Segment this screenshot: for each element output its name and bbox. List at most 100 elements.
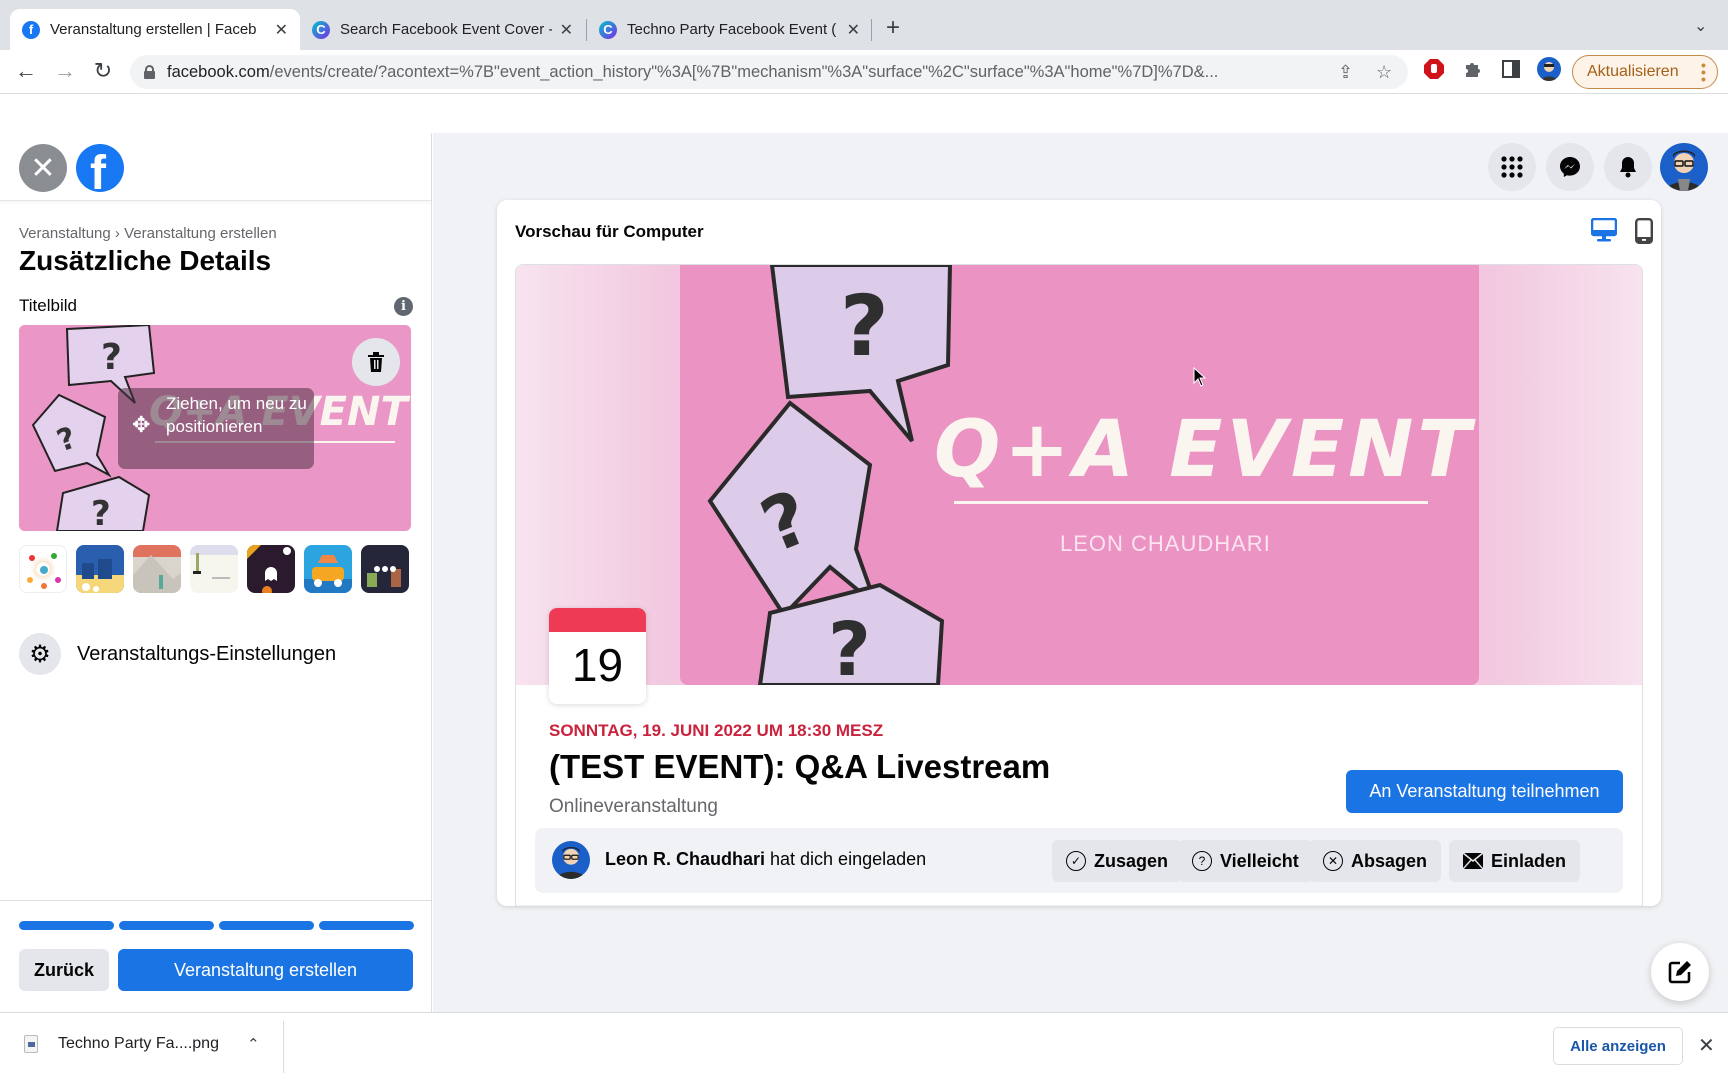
theme-halloween[interactable] [247, 545, 295, 593]
tab-search-chevron-icon[interactable]: ⌄ [1694, 16, 1707, 36]
notifications-button[interactable] [1604, 143, 1652, 191]
host-avatar-art [556, 846, 586, 879]
canva-icon: C [312, 20, 330, 39]
svg-text:?: ? [101, 337, 122, 378]
rsvp-maybe-button[interactable]: ? Vielleicht [1178, 840, 1313, 882]
banner-title: Q+A EVENT [934, 405, 1475, 495]
mobile-view-button[interactable] [1635, 218, 1654, 249]
close-tab-icon[interactable]: ✕ [560, 20, 573, 40]
adblock-icon[interactable] [1422, 57, 1446, 81]
browser-toolbar: ← → ↻ facebook.com/events/create/?aconte… [0, 50, 1728, 94]
facebook-icon: f [22, 20, 40, 39]
show-all-downloads-button[interactable]: Alle anzeigen [1553, 1027, 1683, 1065]
progress-step [119, 921, 214, 930]
theme-winter-town[interactable] [76, 545, 124, 593]
step-progress [19, 921, 414, 930]
back-button[interactable]: Zurück [19, 949, 109, 991]
breadcrumb-item[interactable]: Veranstaltung [19, 225, 111, 242]
more-menu-icon[interactable]: • • • [1701, 58, 1706, 86]
check-circle-icon: ✓ [1066, 851, 1086, 871]
join-event-button[interactable]: An Veranstaltung teilnehmen [1346, 770, 1623, 813]
theme-more[interactable] [361, 545, 409, 593]
browser-tabstrip: f Veranstaltung erstellen | Faceb ✕ C Se… [0, 0, 1728, 50]
move-arrows-icon: ✥ [132, 412, 151, 437]
facebook-logo[interactable]: f [76, 144, 124, 192]
breadcrumb-item[interactable]: Veranstaltung erstellen [124, 225, 277, 242]
file-icon [24, 1035, 38, 1053]
messenger-icon [1560, 157, 1580, 177]
progress-step [219, 921, 314, 930]
tab-title: Veranstaltung erstellen | Faceb [50, 21, 257, 38]
invitation-bar: Leon R. Chaudhari hat dich eingeladen ✓ Z… [535, 828, 1623, 893]
desktop-view-button[interactable] [1590, 217, 1618, 247]
page-title: Zusätzliche Details [19, 245, 272, 276]
edit-pencil-icon [1668, 961, 1691, 984]
url-text: facebook.com/events/create/?acontext=%7B… [167, 62, 1219, 81]
tab-techno-party[interactable]: C Techno Party Facebook Event ( ✕ [587, 9, 872, 50]
road-trip-theme-art [304, 555, 352, 593]
breadcrumb: Veranstaltung › Veranstaltung erstellen [19, 225, 277, 242]
create-event-button[interactable]: Veranstaltung erstellen [118, 949, 413, 991]
reload-icon[interactable]: ↻ [89, 58, 117, 84]
compose-edit-button[interactable] [1651, 943, 1709, 1001]
download-options-chevron-icon[interactable]: ⌃ [247, 1035, 260, 1053]
account-avatar[interactable] [1660, 143, 1708, 191]
tab-separator [871, 19, 872, 41]
messenger-button[interactable] [1546, 143, 1594, 191]
rsvp-going-button[interactable]: ✓ Zusagen [1052, 840, 1183, 882]
info-icon[interactable]: i [394, 297, 413, 316]
close-tab-icon[interactable]: ✕ [847, 20, 860, 40]
close-button[interactable]: ✕ [19, 144, 67, 192]
invitation-text: Leon R. Chaudhari hat dich eingeladen [605, 849, 927, 869]
theme-mountain[interactable] [133, 545, 181, 593]
banner-subtitle: LEON CHAUDHARI [1060, 531, 1271, 556]
svg-text:?: ? [828, 607, 871, 685]
event-settings-label: Veranstaltungs-Einstellungen [77, 642, 337, 665]
tab-veranstaltung-erstellen[interactable]: f Veranstaltung erstellen | Faceb ✕ [10, 9, 300, 50]
cover-image-thumbnail[interactable]: ? ? ? Q+A EVENT ✥ Ziehen, um neu zu posi… [19, 325, 411, 531]
download-file-name: Techno Party Fa....png [58, 1035, 219, 1052]
invite-button[interactable]: Einladen [1449, 840, 1581, 882]
forward-arrow-icon[interactable]: → [51, 58, 79, 84]
host-avatar[interactable] [552, 841, 590, 879]
drag-to-reposition-hint[interactable]: ✥ Ziehen, um neu zu positionieren [118, 388, 314, 469]
theme-road-trip[interactable] [304, 545, 352, 593]
address-bar[interactable]: facebook.com/events/create/?acontext=%7B… [130, 55, 1408, 89]
canva-icon: C [599, 20, 617, 39]
desktop-monitor-icon [1590, 217, 1618, 242]
side-panel-icon[interactable] [1499, 57, 1523, 81]
close-download-bar-icon[interactable]: ✕ [1698, 1033, 1715, 1058]
trash-icon [368, 352, 384, 372]
profile-avatar[interactable] [1537, 57, 1561, 81]
envelope-icon [1463, 853, 1483, 869]
confetti-theme-art [27, 553, 61, 589]
drag-hint-text: Ziehen, um neu zu positionieren [166, 394, 307, 436]
delete-cover-button[interactable] [352, 338, 400, 386]
download-item[interactable]: Techno Party Fa....png [24, 1035, 219, 1053]
banner-divider [954, 501, 1428, 504]
user-avatar-art [1666, 150, 1702, 191]
rsvp-decline-button[interactable]: ✕ Absagen [1309, 840, 1442, 882]
new-tab-button[interactable]: + [886, 14, 900, 42]
theme-snow[interactable] [190, 545, 238, 593]
preview-lower-section [516, 905, 1642, 906]
progress-step [319, 921, 414, 930]
bookmark-star-icon[interactable]: ☆ [1376, 62, 1392, 83]
gear-icon: ⚙ [19, 633, 61, 675]
question-circle-icon: ? [1192, 851, 1212, 871]
update-browser-button[interactable]: Aktualisieren • • • [1572, 55, 1718, 89]
theme-confetti[interactable] [19, 545, 67, 593]
host-name[interactable]: Leon R. Chaudhari [605, 849, 765, 869]
tab-search-facebook-event-cover[interactable]: C Search Facebook Event Cover - ✕ [300, 9, 585, 50]
menu-grid-button[interactable] [1488, 143, 1536, 191]
back-arrow-icon[interactable]: ← [12, 58, 40, 84]
extensions-puzzle-icon[interactable] [1461, 57, 1485, 81]
event-settings-row[interactable]: ⚙ Veranstaltungs-Einstellungen [19, 633, 336, 675]
close-tab-icon[interactable]: ✕ [275, 20, 288, 40]
halloween-theme-art [247, 545, 291, 593]
share-icon[interactable]: ⇪ [1338, 62, 1353, 83]
download-separator [283, 1021, 284, 1073]
winter-town-theme-art [76, 559, 124, 593]
calendar-top [549, 608, 646, 632]
download-bar: Techno Party Fa....png ⌃ Alle anzeigen ✕ [0, 1012, 1728, 1080]
